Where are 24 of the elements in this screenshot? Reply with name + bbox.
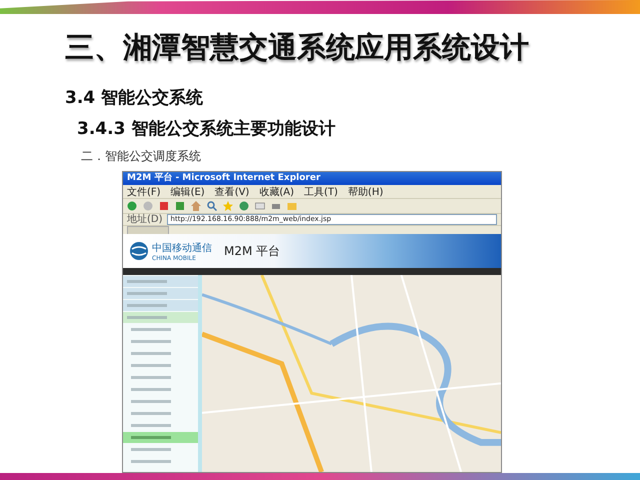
star-icon[interactable]: [223, 201, 233, 211]
menu-item[interactable]: 帮助(H): [348, 184, 384, 198]
sidebar-item[interactable]: [123, 300, 198, 311]
subsection-heading: 3.4.3 智能公交系统主要功能设计: [77, 118, 336, 140]
logo-text: 中国移动通信: [152, 242, 212, 254]
window-title: M2M 平台 - Microsoft Internet Explorer: [123, 172, 501, 185]
platform-name: M2M 平台: [224, 242, 280, 260]
slide-title: 三、湘潭智慧交通系统应用系统设计: [65, 29, 530, 66]
menu-item[interactable]: 收藏(A): [259, 184, 294, 198]
menu-item[interactable]: 工具(T): [304, 184, 338, 198]
sidebar-item[interactable]: [123, 312, 198, 323]
menu-item[interactable]: 查看(V): [214, 184, 250, 198]
address-label: 地址(D): [127, 214, 163, 225]
search-icon[interactable]: [207, 201, 217, 211]
sidebar-item[interactable]: [123, 288, 198, 299]
caption: 二．智能公交调度系统: [81, 148, 202, 165]
home-icon[interactable]: [191, 201, 201, 211]
menu-item[interactable]: 文件(F): [127, 184, 161, 198]
menu-item[interactable]: 编辑(E): [170, 184, 205, 198]
sidebar-item[interactable]: [123, 276, 198, 287]
globe-logo-icon: [129, 241, 149, 261]
section-heading: 3.4 智能公交系统: [65, 87, 204, 109]
sidebar-item[interactable]: [123, 432, 198, 443]
folder-icon[interactable]: [287, 201, 297, 211]
